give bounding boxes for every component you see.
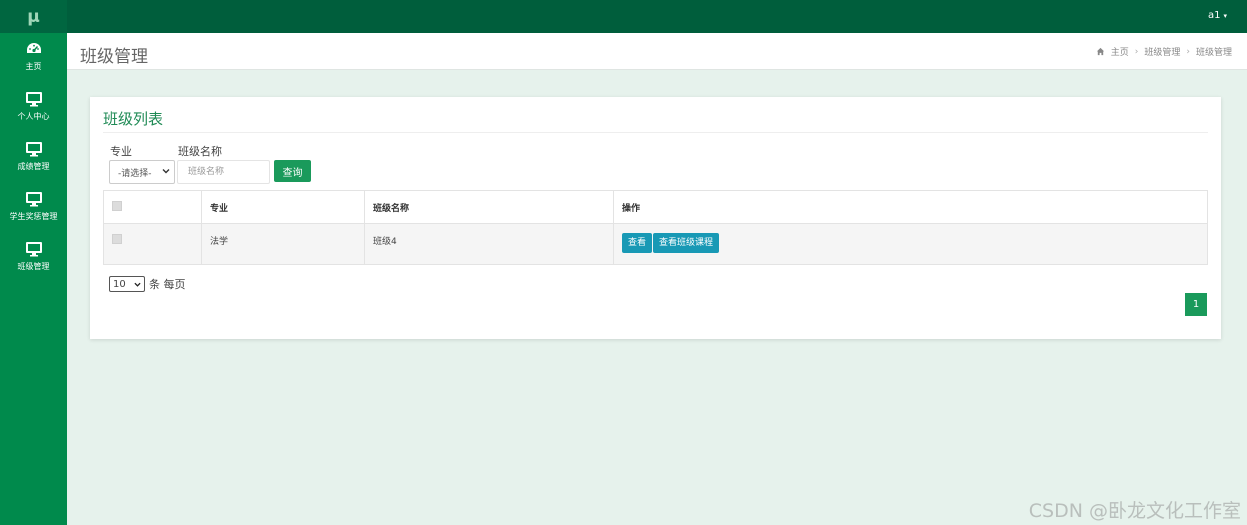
sidebar-item-label: 学生奖惩管理 xyxy=(9,212,58,221)
panel-title: 班级列表 xyxy=(103,110,164,128)
sidebar: μ 主页 个人中心 成绩管理 学生奖惩管理 班级管理 xyxy=(0,0,67,525)
app-logo[interactable]: μ xyxy=(0,0,67,33)
page-header: 班级管理 主页 › 班级管理 › 班级管理 xyxy=(67,33,1247,70)
page-size-control: 10 条 每页 xyxy=(109,276,186,292)
select-all-checkbox[interactable] xyxy=(112,200,122,211)
home-icon xyxy=(1096,47,1104,56)
table-row: 法学 班级4 查看 查看班级课程 xyxy=(103,223,1208,265)
watermark: CSDN @卧龙文化工作室 xyxy=(1028,500,1241,522)
sidebar-item-home[interactable]: 主页 xyxy=(0,33,67,83)
breadcrumb-separator: › xyxy=(1134,46,1139,57)
user-name: a1 xyxy=(1207,10,1221,21)
pagination-page-1[interactable]: 1 xyxy=(1185,293,1207,316)
view-class-courses-button[interactable]: 查看班级课程 xyxy=(653,233,720,253)
monitor-icon xyxy=(25,92,42,107)
class-name-input[interactable] xyxy=(177,160,270,184)
row-select-cell xyxy=(103,223,202,265)
column-header-actions: 操作 xyxy=(613,190,1208,224)
page-size-select[interactable]: 10 xyxy=(109,276,145,292)
monitor-icon xyxy=(25,192,42,207)
cell-actions: 查看 查看班级课程 xyxy=(613,223,1208,265)
dashboard-icon xyxy=(26,43,41,53)
breadcrumb-separator: › xyxy=(1186,46,1190,57)
breadcrumb-home[interactable]: 主页 xyxy=(1111,45,1129,58)
class-table: 专业 班级名称 操作 法学 班级4 查看 查看班级课程 xyxy=(103,190,1208,265)
user-menu[interactable]: a1 ▾ xyxy=(1208,10,1227,21)
major-filter-label: 专业 xyxy=(110,145,132,158)
column-header-class-name[interactable]: 班级名称 xyxy=(364,190,614,224)
major-select[interactable]: -请选择- xyxy=(109,160,175,184)
sidebar-item-label: 个人中心 xyxy=(17,112,50,121)
select-all-header xyxy=(103,190,202,224)
class-list-panel: 班级列表 专业 班级名称 -请选择- 查询 专业 班级名称 操作 xyxy=(90,97,1221,339)
chevron-down-icon xyxy=(134,282,141,287)
panel-divider xyxy=(103,132,1208,133)
view-button[interactable]: 查看 xyxy=(622,233,653,253)
sidebar-item-classes[interactable]: 班级管理 xyxy=(0,233,67,283)
sidebar-item-label: 主页 xyxy=(25,62,42,71)
table-header-row: 专业 班级名称 操作 xyxy=(103,190,1208,224)
page-size-value: 10 xyxy=(113,278,126,290)
cell-class-name: 班级4 xyxy=(364,223,614,265)
sidebar-item-grades[interactable]: 成绩管理 xyxy=(0,133,67,183)
caret-down-icon: ▾ xyxy=(1223,12,1227,20)
breadcrumb-current: 班级管理 xyxy=(1195,48,1232,58)
row-checkbox[interactable] xyxy=(112,234,122,244)
page-size-suffix: 条 每页 xyxy=(149,278,186,291)
breadcrumb: 主页 › 班级管理 › 班级管理 xyxy=(1096,45,1232,58)
class-name-filter-label: 班级名称 xyxy=(178,145,222,158)
page-title: 班级管理 xyxy=(80,47,148,67)
sidebar-item-label: 班级管理 xyxy=(17,262,50,271)
major-select-value: -请选择- xyxy=(118,168,152,179)
monitor-icon xyxy=(25,242,42,257)
chevron-down-icon xyxy=(162,169,170,174)
sidebar-item-label: 成绩管理 xyxy=(17,162,50,171)
sidebar-item-profile[interactable]: 个人中心 xyxy=(0,83,67,133)
monitor-icon xyxy=(25,142,42,157)
cell-major: 法学 xyxy=(201,223,365,265)
top-navbar: a1 ▾ xyxy=(67,0,1247,33)
breadcrumb-item[interactable]: 班级管理 xyxy=(1144,45,1180,58)
sidebar-item-rewards[interactable]: 学生奖惩管理 xyxy=(0,183,67,233)
column-header-major[interactable]: 专业 xyxy=(201,190,365,224)
query-button[interactable]: 查询 xyxy=(274,160,311,182)
